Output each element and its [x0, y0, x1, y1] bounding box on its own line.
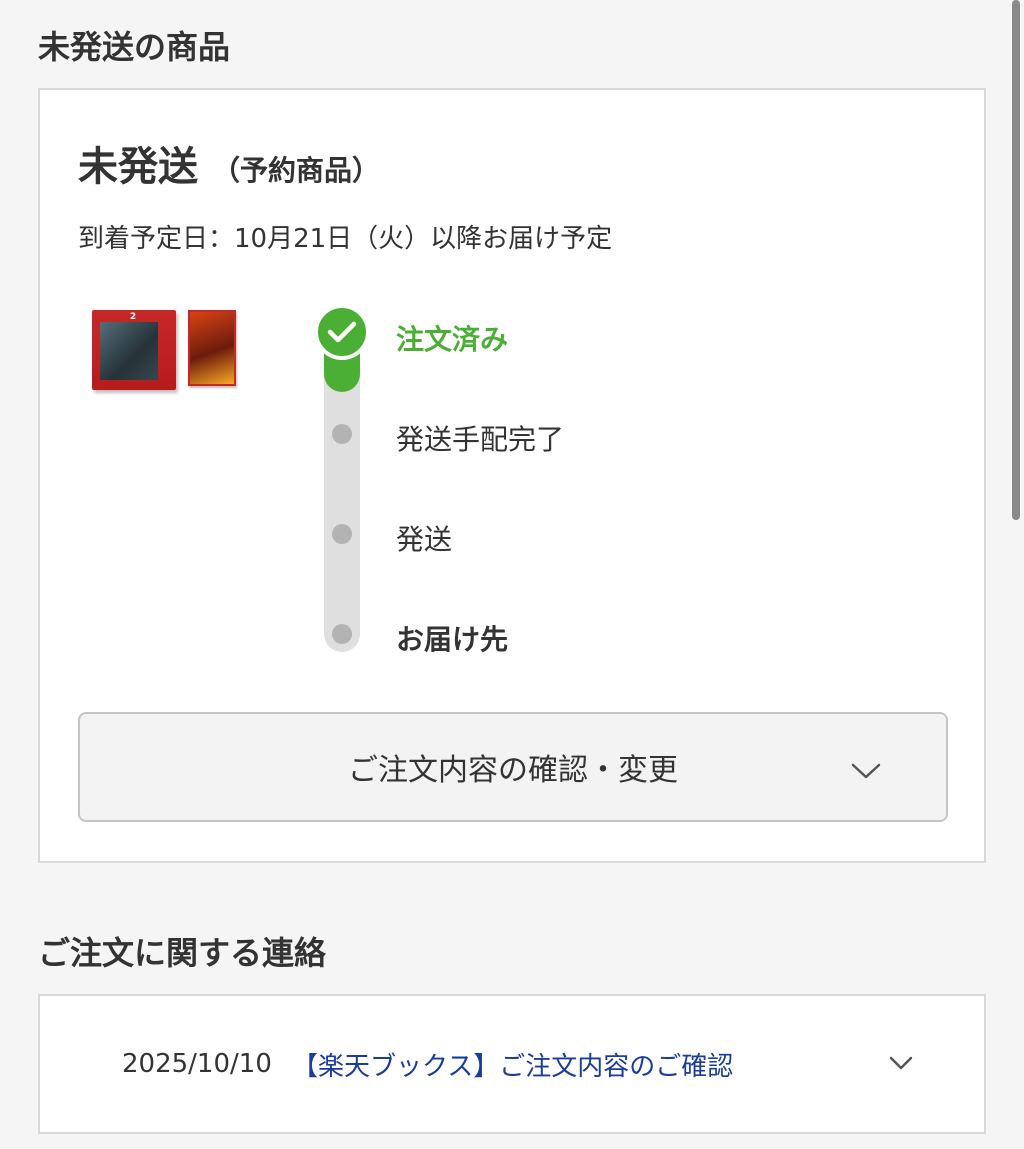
contact-subject-link[interactable]: 【楽天ブックス】ご注文内容のご確認	[292, 1046, 733, 1083]
status-heading: 未発送 （予約商品）	[78, 134, 380, 192]
contact-card: 2025/10/10 【楽天ブックス】ご注文内容のご確認	[38, 994, 986, 1134]
contact-date: 2025/10/10	[122, 1049, 272, 1079]
step-dot	[332, 624, 352, 644]
chevron-down-icon	[850, 754, 882, 789]
step-dot	[332, 424, 352, 444]
step-shipped: 発送	[396, 523, 453, 556]
product-logo: 2	[129, 312, 137, 322]
order-confirm-change-button[interactable]: ご注文内容の確認・変更	[78, 712, 948, 822]
product-image-console[interactable]: 2	[92, 310, 176, 390]
status-note: （予約商品）	[212, 154, 381, 187]
contact-message-row[interactable]: 2025/10/10 【楽天ブックス】ご注文内容のご確認	[40, 996, 984, 1132]
step-dot	[332, 524, 352, 544]
status-label: 未発送	[78, 144, 198, 190]
step-ordered: 注文済み	[396, 323, 509, 356]
unshipped-section-title: 未発送の商品	[38, 28, 231, 66]
confirm-button-label: ご注文内容の確認・変更	[348, 753, 678, 788]
order-status-page: 未発送の商品 未発送 （予約商品） 到着予定日：10月21日（火）以降お届け予定…	[0, 0, 1024, 1149]
step-shipping-arranged: 発送手配完了	[396, 423, 565, 456]
scrollbar[interactable]	[1012, 0, 1020, 520]
chevron-down-icon[interactable]	[888, 1054, 914, 1076]
step-delivered: お届け先	[396, 623, 509, 656]
arrival-date: 到着予定日：10月21日（火）以降お届け予定	[78, 224, 613, 254]
unshipped-card: 未発送 （予約商品） 到着予定日：10月21日（火）以降お届け予定 2 注文済み…	[38, 88, 986, 863]
console-screen	[100, 322, 158, 380]
check-icon	[314, 304, 370, 360]
contact-section-title: ご注文に関する連絡	[38, 934, 327, 972]
product-image-game[interactable]	[188, 310, 236, 386]
